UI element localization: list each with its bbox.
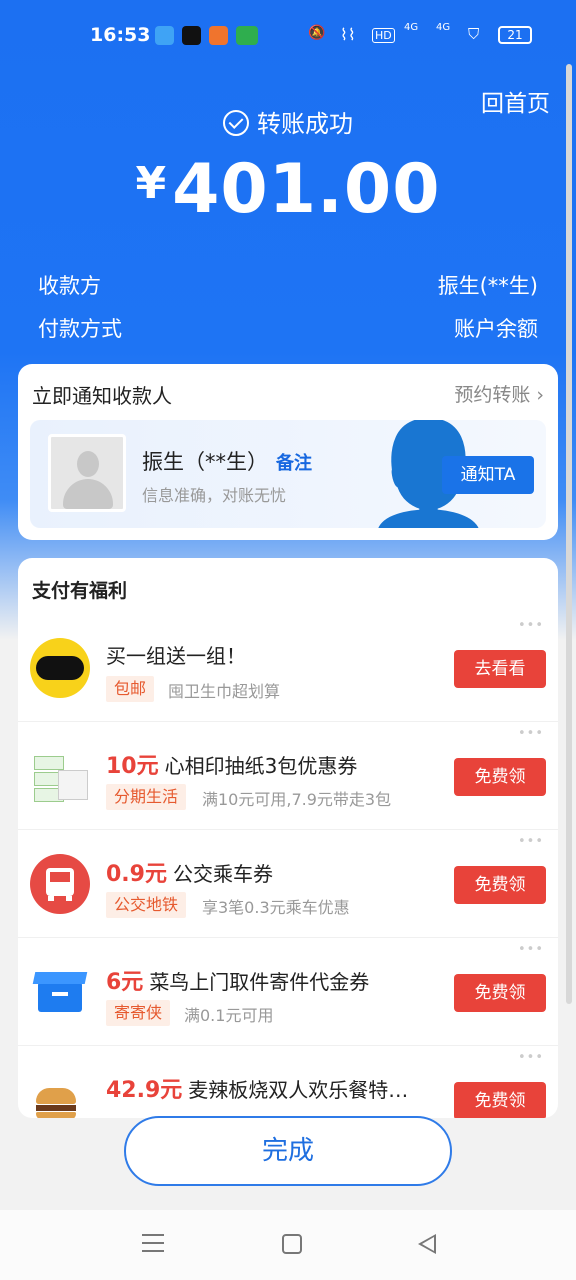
benefits-title: 支付有福利 [32, 580, 128, 602]
shield-icon: ⛉ [468, 25, 480, 43]
claim-button[interactable]: 免费领 [454, 758, 546, 796]
signal-4g-icon: 4G [404, 22, 419, 33]
more-icon[interactable]: ••• [518, 618, 544, 633]
tiktok-app-icon [182, 26, 201, 45]
claim-button[interactable]: 免费领 [454, 974, 546, 1012]
transfer-status-text: 转账成功 [257, 110, 353, 138]
wifi-icon: ⌇⌇ [340, 25, 356, 44]
benefit-tag: 包邮 [106, 676, 155, 702]
payment-method-label: 付款方式 [38, 317, 122, 341]
benefit-title: 10元 心相印抽纸3包优惠券 [106, 754, 358, 779]
benefit-tag: 分期生活 [106, 784, 187, 810]
notify-card-title: 立即通知收款人 [32, 384, 172, 408]
burger-icon [30, 1070, 90, 1118]
mute-icon: 🔕 [308, 25, 326, 41]
benefit-tag: 公交地铁 [106, 892, 187, 918]
signal-4g-2-icon: 4G [436, 22, 451, 33]
payee-label: 收款方 [38, 274, 101, 298]
list-item[interactable]: ••• 10元 心相印抽纸3包优惠券 分期生活 满10元可用,7.9元带走3包 免… [18, 722, 558, 830]
amount-value: 401.00 [172, 150, 441, 229]
tissue-pack-icon [30, 746, 90, 806]
benefit-price: 6元 [106, 970, 144, 995]
payee-value: 振生(**生) [437, 274, 538, 298]
benefits-card: 支付有福利 ••• 买一组送一组！ 包邮 囤卫生巾超划算 去看看 ••• 10元… [18, 558, 558, 1118]
bus-icon [30, 854, 90, 914]
status-time: 16:53 [90, 24, 151, 46]
benefit-desc: 享3笔0.3元乘车优惠 [202, 898, 350, 917]
notify-payee-card: 立即通知收款人 预约转账 › 👤 振生（**生） 备注 信息准确，对账无忧 通知T… [18, 364, 558, 540]
benefit-price: 42.9元 [106, 1078, 183, 1103]
more-icon[interactable]: ••• [518, 1050, 544, 1065]
benefit-desc: 满10元可用,7.9元带走3包 [202, 790, 392, 809]
chevron-right-icon: › [536, 384, 544, 406]
remark-link[interactable]: 备注 [276, 453, 312, 474]
payee-name: 振生（**生） 备注 [142, 450, 312, 474]
benefit-price: 10元 [106, 754, 159, 779]
ziyoudian-logo-icon [30, 638, 90, 698]
benefit-desc: 满0.1元可用 [184, 1006, 274, 1025]
menu-icon[interactable] [142, 1234, 164, 1252]
payee-box: 👤 振生（**生） 备注 信息准确，对账无忧 通知TA [30, 420, 546, 528]
list-item[interactable]: ••• 0.9元 公交乘车券 公交地铁 享3笔0.3元乘车优惠 免费领 [18, 830, 558, 938]
notify-button[interactable]: 通知TA [442, 456, 534, 494]
more-icon[interactable]: ••• [518, 942, 544, 957]
list-item[interactable]: ••• 买一组送一组！ 包邮 囤卫生巾超划算 去看看 [18, 614, 558, 722]
transfer-amount: ¥401.00 [0, 150, 576, 229]
benefit-title: 买一组送一组！ [106, 644, 246, 668]
home-square-icon[interactable] [282, 1234, 302, 1254]
payee-subtitle: 信息准确，对账无忧 [142, 486, 287, 505]
battery-icon: 21 [498, 26, 532, 44]
currency-symbol: ¥ [135, 158, 167, 209]
schedule-transfer-link[interactable]: 预约转账 › [454, 380, 544, 407]
hd-icon: HD [372, 28, 395, 43]
scrollbar[interactable] [566, 64, 572, 1004]
benefit-title: 6元 菜鸟上门取件寄件代金券 [106, 970, 370, 995]
claim-button[interactable]: 免费领 [454, 1082, 546, 1118]
done-button[interactable]: 完成 [124, 1116, 452, 1186]
calendar-app-icon [209, 26, 228, 45]
benefit-desc: 囤卫生巾超划算 [168, 682, 281, 701]
list-item[interactable]: ••• 6元 菜鸟上门取件寄件代金券 寄寄侠 满0.1元可用 免费领 [18, 938, 558, 1046]
claim-button[interactable]: 免费领 [454, 866, 546, 904]
payment-method-value: 账户余额 [454, 317, 538, 341]
back-triangle-icon[interactable] [418, 1234, 436, 1254]
more-icon[interactable]: ••• [518, 726, 544, 741]
transfer-status: 转账成功 [0, 104, 576, 139]
view-button[interactable]: 去看看 [454, 650, 546, 688]
benefit-title: 42.9元 麦辣板烧双人欢乐餐特… [106, 1078, 409, 1103]
system-nav-bar [0, 1210, 576, 1280]
avatar [48, 434, 126, 512]
transfer-success-page: 16:53 🔕 ⌇⌇ HD 4G 4G ⛉ 21 回首页 转账成功 ¥401.0… [0, 0, 576, 1280]
check-circle-icon [223, 110, 249, 136]
parcel-box-icon [30, 962, 90, 1022]
benefit-price: 0.9元 [106, 862, 167, 887]
benefit-tag: 寄寄侠 [106, 1000, 171, 1026]
status-bar: 16:53 🔕 ⌇⌇ HD 4G 4G ⛉ 21 [0, 22, 576, 52]
benefit-title: 0.9元 公交乘车券 [106, 862, 273, 887]
oppo-app-icon [236, 26, 258, 45]
more-icon[interactable]: ••• [518, 834, 544, 849]
files-app-icon [155, 26, 174, 45]
list-item[interactable]: ••• 42.9元 麦辣板烧双人欢乐餐特… 免费领 [18, 1046, 558, 1118]
